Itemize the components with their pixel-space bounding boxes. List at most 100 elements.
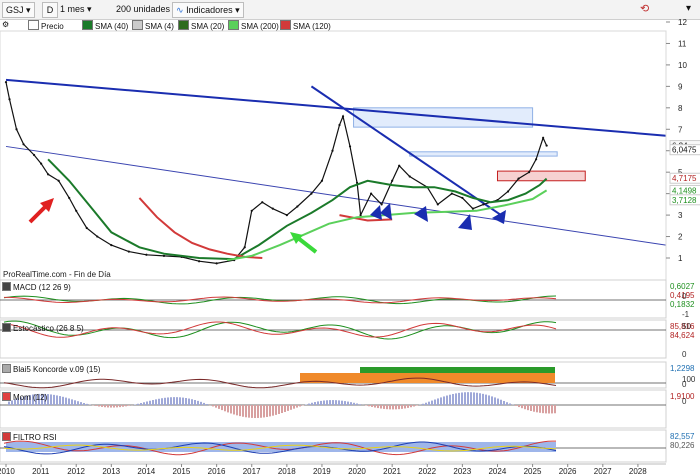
momentum-bar — [416, 405, 418, 406]
panel-swatch — [2, 392, 11, 401]
momentum-bar — [476, 392, 478, 405]
zone-rect — [409, 151, 558, 157]
momentum-bar — [431, 400, 433, 405]
momentum-bar — [500, 399, 502, 405]
momentum-bar — [68, 398, 70, 405]
momentum-bar — [407, 405, 409, 408]
momentum-bar — [263, 405, 265, 418]
momentum-bar — [308, 403, 310, 405]
time-axis: 2010 2011 2012 2013 2014 2015 2016 2017 2018 2019… — [0, 463, 666, 476]
momentum-bar — [212, 405, 214, 407]
momentum-bar — [545, 405, 547, 414]
momentum-bar — [182, 397, 184, 405]
momentum-bar — [269, 405, 271, 417]
momentum-bar — [539, 405, 541, 413]
rsi-filter-panel-label[interactable]: FILTRO RSI — [2, 432, 56, 442]
momentum-bar — [266, 405, 268, 417]
momentum-bar — [74, 400, 76, 405]
momentum-bar — [248, 405, 250, 418]
momentum-bar — [380, 405, 382, 409]
price-point — [436, 203, 439, 206]
panel-tick: 50 — [682, 322, 691, 331]
panel-swatch — [2, 323, 11, 332]
momentum-bar — [143, 402, 145, 405]
momentum-bar — [488, 395, 490, 405]
koncorde-orange — [300, 373, 555, 383]
momentum-bar — [314, 402, 316, 405]
momentum-bar — [167, 397, 169, 405]
momentum-bar — [551, 405, 553, 414]
momentum-bar — [290, 405, 292, 410]
momentum-bar — [368, 405, 370, 407]
momentum-bar — [374, 405, 376, 408]
momentum-bar — [365, 405, 367, 406]
price-point — [285, 213, 288, 217]
blue-marker — [458, 214, 472, 230]
momentum-bar — [359, 404, 361, 405]
momentum-bar — [95, 405, 97, 406]
red-arrow-annotation — [28, 198, 54, 224]
time-tick-label: 2010 — [0, 467, 15, 476]
momentum-bar — [164, 397, 166, 405]
momentum-bar — [350, 402, 352, 405]
price-point — [197, 260, 201, 263]
price-chart[interactable]: 1211109876543216,246,04754,71754,14983,7… — [0, 0, 700, 476]
momentum-bar — [299, 405, 301, 407]
momentum-bar — [554, 405, 556, 414]
panel-frame — [0, 389, 667, 429]
price-point — [506, 190, 510, 193]
momentum-bar — [254, 405, 256, 419]
blue-marker — [492, 210, 506, 224]
momentum-bar — [236, 405, 238, 416]
momentum-bar — [50, 394, 52, 405]
price-point — [527, 171, 531, 174]
momentum-bar — [275, 405, 277, 415]
momentum-bar — [56, 395, 58, 405]
momentum-bar — [317, 401, 319, 405]
momentum-bar — [227, 405, 229, 413]
momentum-bar — [188, 398, 190, 405]
momentum-bar — [320, 400, 322, 405]
momentum-panel-label[interactable]: Mom (12) — [2, 392, 47, 402]
stochastic-panel-label[interactable]: Estocástico (26 8 5) — [2, 323, 84, 333]
price-point — [271, 207, 274, 210]
time-tick-label: 2023 — [453, 467, 471, 476]
macd-panel-label[interactable]: MACD (12 26 9) — [2, 282, 71, 292]
price-point — [32, 153, 36, 157]
time-tick-label: 2025 — [524, 467, 542, 476]
momentum-bar — [122, 405, 124, 407]
momentum-bar — [53, 394, 55, 405]
price-point — [482, 203, 485, 206]
panel-value: 84,624 — [670, 331, 695, 340]
price-point — [96, 235, 99, 238]
momentum-bar — [329, 400, 331, 405]
momentum-bar — [194, 399, 196, 405]
panel-title: FILTRO RSI — [13, 433, 57, 442]
momentum-bar — [245, 405, 247, 418]
momentum-bar — [272, 405, 274, 416]
momentum-bar — [185, 398, 187, 405]
momentum-bar — [152, 400, 154, 405]
time-tick-label: 2026 — [559, 467, 577, 476]
price-point — [75, 209, 78, 212]
momentum-bar — [455, 393, 457, 405]
price-point — [145, 253, 148, 256]
momentum-bar — [233, 405, 235, 415]
momentum-bar — [116, 405, 118, 408]
momentum-bar — [437, 398, 439, 405]
price-point — [331, 149, 334, 152]
momentum-bar — [218, 405, 220, 409]
price-point — [57, 179, 60, 182]
panel-value: 1,2298 — [670, 364, 695, 373]
momentum-bar — [179, 397, 181, 405]
momentum-bar — [83, 403, 85, 405]
price-point — [408, 175, 411, 178]
panel-title: Blai5 Koncorde v.09 (15) — [13, 365, 101, 374]
price-point — [348, 145, 352, 148]
momentum-bar — [467, 392, 469, 405]
price-point — [545, 144, 548, 147]
koncorde-panel-label[interactable]: Blai5 Koncorde v.09 (15) — [2, 364, 100, 374]
panel-value: 0,6027 — [670, 282, 695, 291]
momentum-bar — [494, 397, 496, 405]
price-tick-label: 9 — [678, 82, 683, 91]
